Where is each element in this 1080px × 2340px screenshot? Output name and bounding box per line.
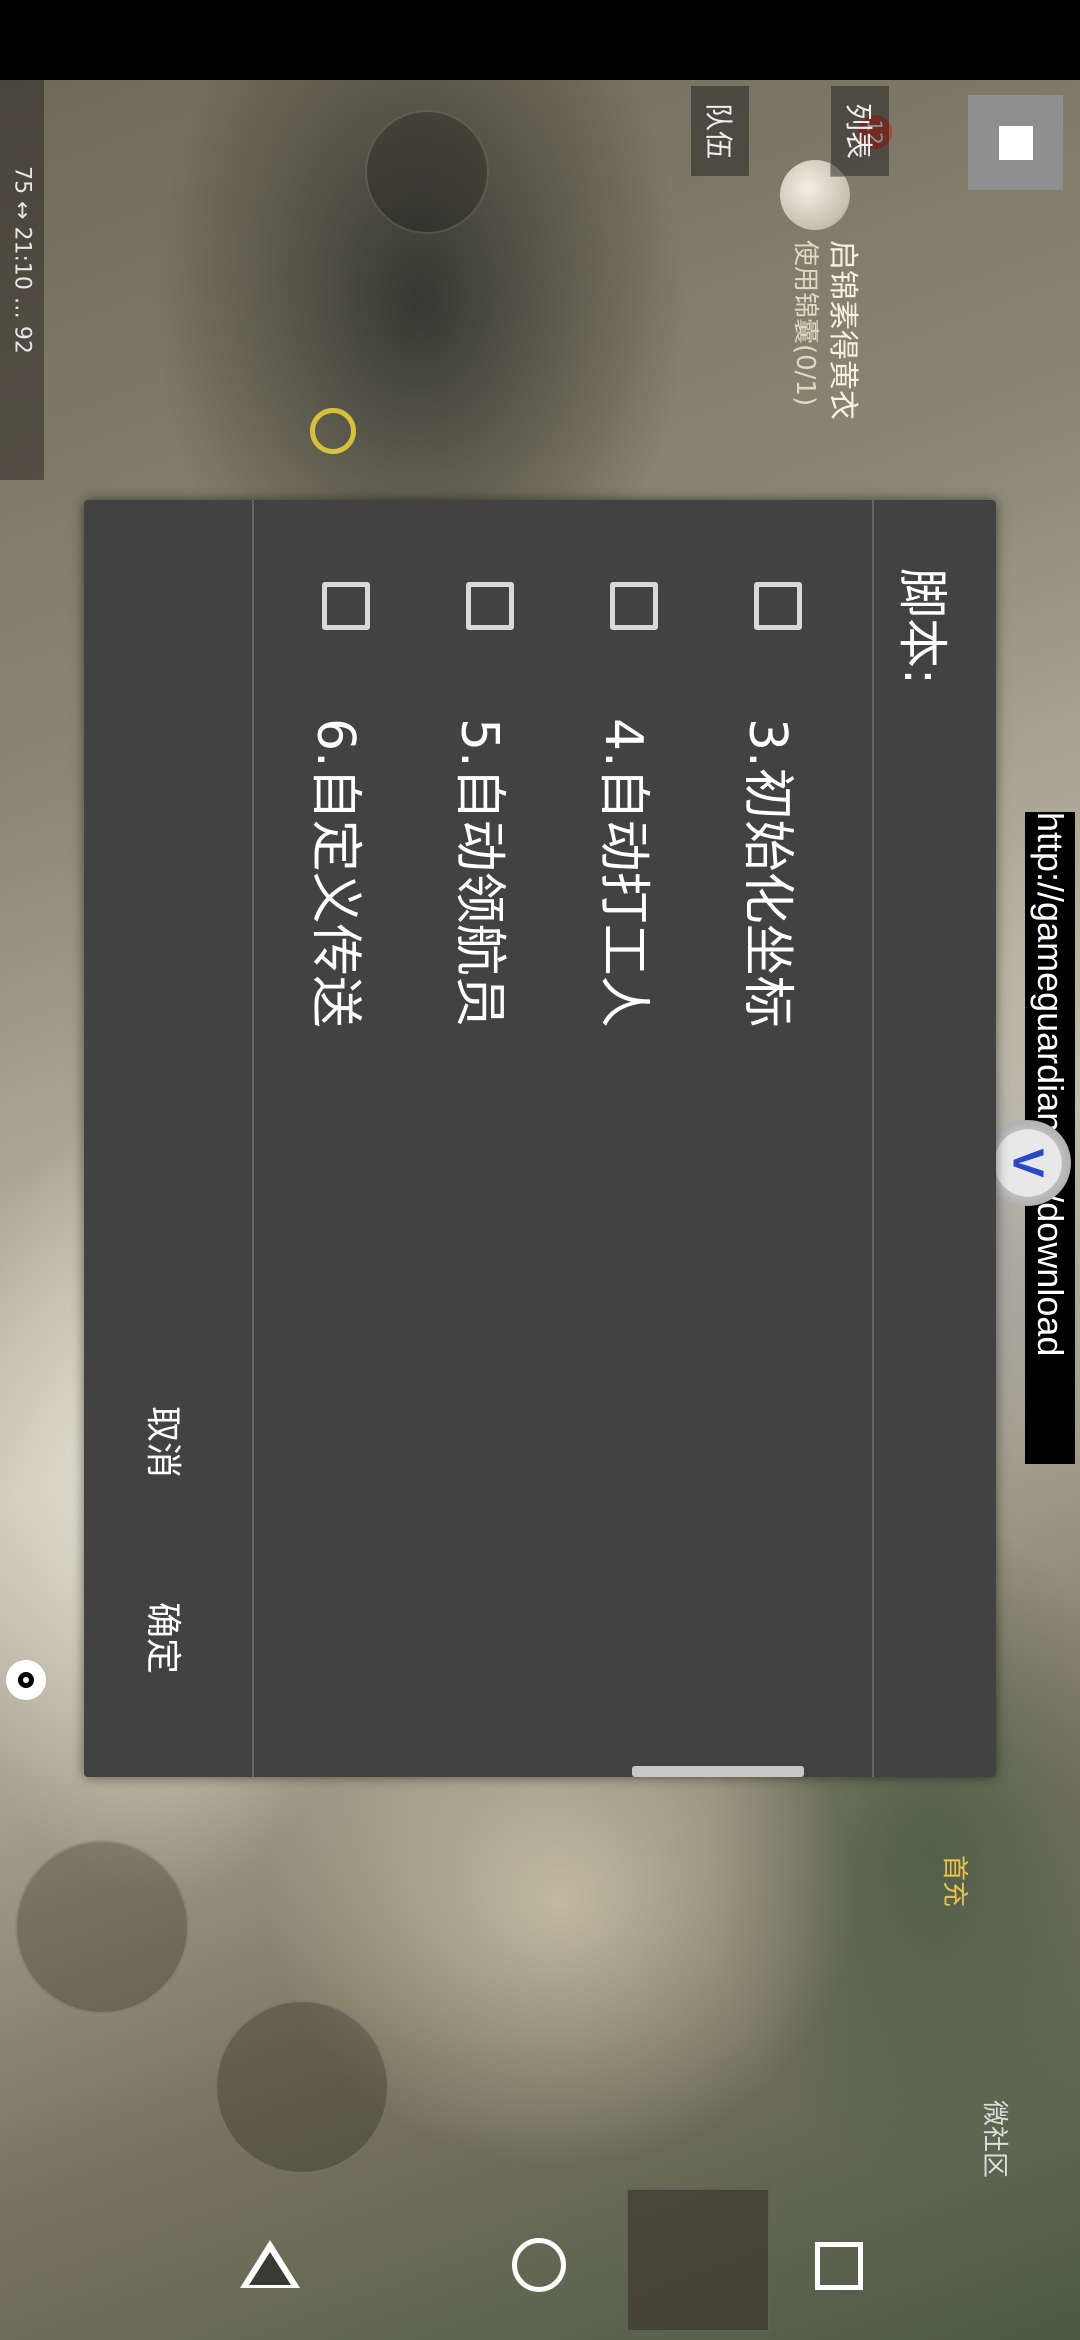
quest-title[interactable]: 启锦素得黄衣 (824, 240, 868, 420)
option-label-5[interactable]: 5.自动领航员 (447, 718, 522, 1028)
gameguardian-floating-icon[interactable]: V (985, 1120, 1071, 1206)
tab-team[interactable]: 队伍 (690, 85, 750, 177)
title-divider (872, 500, 874, 1777)
ok-button[interactable]: 确定 (140, 1602, 192, 1674)
stop-button[interactable] (968, 95, 1063, 190)
navigation-bar (180, 2200, 900, 2340)
quest-subtitle[interactable]: 使用锦囊(0/1) (789, 240, 826, 406)
checkbox-option-3[interactable] (754, 582, 802, 630)
back-icon-inner (249, 2252, 291, 2285)
joystick-bottom-center[interactable] (215, 2000, 389, 2174)
rotated-status-bar: 75 ↔ 21:10 … 92 (0, 80, 44, 480)
dialog-drag-handle[interactable] (632, 1766, 804, 1777)
tab-list[interactable]: 列表 (830, 85, 890, 177)
eye-icon[interactable] (6, 1660, 46, 1700)
script-dialog: 脚本: 3.初始化坐标 4.自动打工人 5.自动领航员 6.自定义传送 取消 确… (84, 500, 996, 1777)
circle-home-icon[interactable] (512, 2238, 566, 2292)
community-label[interactable]: 微社区 (978, 2100, 1015, 2178)
button-divider (252, 500, 254, 1777)
status-text: 75 ↔ 21:10 … 92 (9, 166, 35, 354)
top-bar (0, 0, 1080, 80)
option-label-4[interactable]: 4.自动打工人 (591, 718, 666, 1028)
joystick-top[interactable] (365, 110, 489, 234)
game-background: 75 ↔ 21:10 … 92 12 列表 队伍 启锦素得黄衣 使用锦囊(0/1… (0, 0, 1080, 2340)
checkbox-option-6[interactable] (322, 582, 370, 630)
dialog-title: 脚本: (893, 568, 951, 685)
joystick-bottom-left[interactable] (15, 1840, 189, 2014)
option-label-6[interactable]: 6.自定义传送 (303, 718, 378, 1028)
target-ring-icon[interactable] (310, 408, 356, 454)
checkbox-option-5[interactable] (466, 582, 514, 630)
option-label-3[interactable]: 3.初始化坐标 (735, 718, 810, 1028)
square-recent-icon[interactable] (815, 2242, 863, 2290)
checkbox-option-4[interactable] (610, 582, 658, 630)
shop-label[interactable]: 首充 (938, 1855, 975, 1907)
cancel-button[interactable]: 取消 (140, 1406, 192, 1478)
stop-square-icon (998, 125, 1033, 160)
